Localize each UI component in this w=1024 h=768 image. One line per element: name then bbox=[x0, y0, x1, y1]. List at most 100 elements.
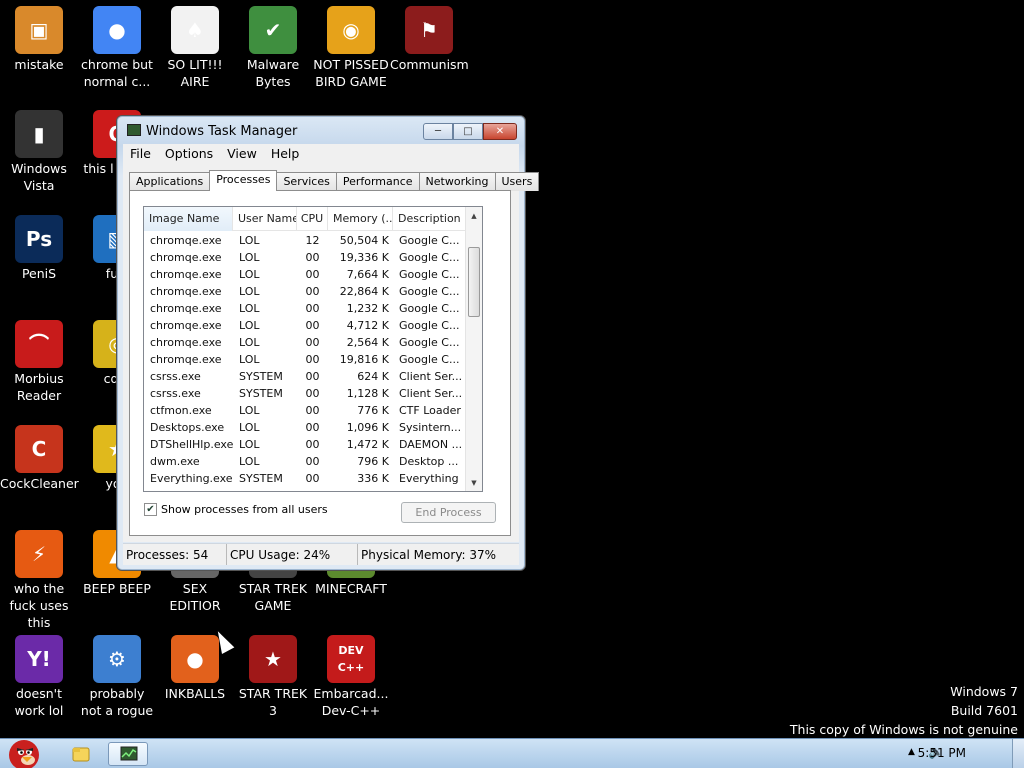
tab-networking[interactable]: Networking bbox=[418, 172, 496, 191]
start-button[interactable] bbox=[0, 733, 50, 768]
desktop-icon-label: mistake bbox=[14, 57, 64, 72]
show-desktop-button[interactable] bbox=[1012, 739, 1024, 768]
cell-cpu: 00 bbox=[305, 387, 320, 400]
cell-user-name: LOL bbox=[239, 353, 260, 366]
desktop-icon[interactable]: ▮ Windows Vista bbox=[0, 110, 78, 194]
close-button[interactable]: ✕ bbox=[483, 123, 517, 140]
column-user-name[interactable]: User Name bbox=[233, 207, 297, 231]
desktop-icon[interactable]: ♠ SO LIT!!! AIRE bbox=[156, 6, 234, 90]
show-all-users-option[interactable]: ✔ Show processes from all users bbox=[144, 503, 328, 516]
clock[interactable]: 5:51 PM bbox=[918, 746, 966, 760]
table-row[interactable]: DTShellHlp.exe LOL 00 1,472 K DAEMON ... bbox=[144, 436, 477, 453]
pig-icon: ◉ bbox=[327, 6, 375, 54]
client-area: Applications Processes Services Performa… bbox=[123, 164, 540, 542]
end-process-button[interactable]: End Process bbox=[401, 502, 496, 523]
table-row[interactable]: chromqe.exe LOL 00 4,712 K Google C... bbox=[144, 317, 477, 334]
taskbar-explorer-button[interactable] bbox=[62, 742, 98, 766]
maximize-button[interactable]: □ bbox=[453, 123, 483, 140]
tab-performance[interactable]: Performance bbox=[335, 172, 420, 191]
menu-bar: File Options View Help bbox=[123, 144, 519, 164]
maximize-icon: □ bbox=[463, 126, 473, 137]
title-bar[interactable]: Windows Task Manager ─ □ ✕ bbox=[117, 116, 525, 146]
cell-memory: 22,864 K bbox=[339, 285, 389, 298]
cell-user-name: LOL bbox=[239, 455, 260, 468]
column-image-name[interactable]: Image Name bbox=[144, 207, 233, 231]
table-row[interactable]: csrss.exe SYSTEM 00 624 K Client Ser... bbox=[144, 368, 477, 385]
table-row[interactable]: csrss.exe SYSTEM 00 1,128 K Client Ser... bbox=[144, 385, 477, 402]
desktop-icon[interactable]: ✔ Malware Bytes bbox=[234, 6, 312, 90]
tab-services[interactable]: Services bbox=[276, 172, 337, 191]
menu-file[interactable]: File bbox=[123, 144, 158, 161]
process-list[interactable]: Image Name User Name CPU Memory (... Des… bbox=[143, 206, 483, 492]
task-manager-icon bbox=[120, 746, 138, 761]
angry-bird-start-icon bbox=[9, 740, 39, 768]
menu-view[interactable]: View bbox=[220, 144, 264, 161]
table-row[interactable]: chromqe.exe LOL 00 22,864 K Google C... bbox=[144, 283, 477, 300]
desktop-icon[interactable]: Ps PeniS bbox=[0, 215, 78, 282]
table-row[interactable]: chromqe.exe LOL 00 1,232 K Google C... bbox=[144, 300, 477, 317]
process-rows: chromqe.exe LOL 12 50,504 K Google C... chrom… bbox=[144, 232, 477, 487]
table-row[interactable]: chromqe.exe LOL 00 19,336 K Google C... bbox=[144, 249, 477, 266]
table-row[interactable]: chromqe.exe LOL 00 19,816 K Google C... bbox=[144, 351, 477, 368]
computer-icon: ▣ bbox=[15, 6, 63, 54]
desktop-icon-label: SEX EDITIOR bbox=[169, 581, 221, 613]
desktop-icon-label: BEEP BEEP bbox=[83, 581, 151, 596]
table-row[interactable]: chromqe.exe LOL 00 7,664 K Google C... bbox=[144, 266, 477, 283]
cell-user-name: LOL bbox=[239, 319, 260, 332]
vertical-scrollbar[interactable]: ▲ ▼ bbox=[465, 207, 482, 491]
menu-help[interactable]: Help bbox=[264, 144, 307, 161]
table-row[interactable]: Desktops.exe LOL 00 1,096 K Sysintern... bbox=[144, 419, 477, 436]
desktop-icon[interactable]: ★ STAR TREK 3 bbox=[234, 635, 312, 719]
cell-memory: 1,096 K bbox=[346, 421, 389, 434]
desktop-icon-label: who the fuck uses this bbox=[9, 581, 69, 630]
desktop-icon[interactable]: ◉ NOT PISSED BIRD GAME bbox=[312, 6, 390, 90]
column-memory[interactable]: Memory (... bbox=[328, 207, 393, 231]
cell-image-name: ctfmon.exe bbox=[150, 404, 212, 417]
taskbar-task-manager-button[interactable] bbox=[108, 742, 148, 766]
desktop-icon[interactable]: ⚑ Communism bbox=[390, 6, 469, 73]
cell-image-name: csrss.exe bbox=[150, 370, 201, 383]
task-manager-window: Windows Task Manager ─ □ ✕ File Options Vi… bbox=[116, 115, 540, 571]
desktop-icon-label: CockCleaner bbox=[0, 476, 79, 491]
cell-image-name: chromqe.exe bbox=[150, 268, 222, 281]
cell-cpu: 00 bbox=[305, 251, 320, 264]
minimize-button[interactable]: ─ bbox=[423, 123, 453, 140]
tab-processes[interactable]: Processes bbox=[209, 170, 278, 191]
desktop-icon[interactable]: DEV C++ Embarcad... Dev-C++ bbox=[312, 635, 390, 719]
desktop-icon-label: PeniS bbox=[21, 266, 57, 281]
table-row[interactable]: ctfmon.exe LOL 00 776 K CTF Loader bbox=[144, 402, 477, 419]
tab-users[interactable]: Users bbox=[494, 172, 540, 191]
desktop-icon-label: INKBALLS bbox=[164, 686, 226, 701]
desktop-icon-label: Windows Vista bbox=[11, 161, 67, 193]
cell-memory: 624 K bbox=[357, 370, 389, 383]
cell-cpu: 00 bbox=[305, 421, 320, 434]
cell-memory: 776 K bbox=[357, 404, 389, 417]
tab-applications[interactable]: Applications bbox=[129, 172, 211, 191]
table-row[interactable]: Everything.exe SYSTEM 00 336 K Everything bbox=[144, 470, 477, 487]
cell-image-name: chromqe.exe bbox=[150, 251, 222, 264]
cell-cpu: 00 bbox=[305, 353, 320, 366]
scroll-down-icon[interactable]: ▼ bbox=[466, 474, 482, 491]
scroll-thumb[interactable] bbox=[468, 247, 480, 317]
table-row[interactable]: chromqe.exe LOL 00 2,564 K Google C... bbox=[144, 334, 477, 351]
desktop-icon[interactable]: ⚙ probably not a rogue bbox=[78, 635, 156, 719]
column-cpu[interactable]: CPU bbox=[297, 207, 328, 231]
cell-image-name: chromqe.exe bbox=[150, 234, 222, 247]
desktop-icon[interactable]: ● chrome but normal c... bbox=[78, 6, 156, 90]
table-row[interactable]: dwm.exe LOL 00 796 K Desktop ... bbox=[144, 453, 477, 470]
table-row[interactable]: chromqe.exe LOL 12 50,504 K Google C... bbox=[144, 232, 477, 249]
desktop-icon[interactable]: ▣ mistake bbox=[0, 6, 78, 73]
menu-options[interactable]: Options bbox=[158, 144, 220, 161]
taskbar: ▲ 🔈 5:51 PM bbox=[0, 738, 1024, 768]
desktop-icon[interactable]: Y! doesn't work lol bbox=[0, 635, 78, 719]
desktop-icon[interactable]: ⌒ Morbius Reader bbox=[0, 320, 78, 404]
desktop-icon-label: STAR TREK GAME bbox=[238, 581, 308, 613]
desktop-icon-label: chrome but normal c... bbox=[81, 57, 153, 89]
desktop-icon[interactable]: C CockCleaner bbox=[0, 425, 79, 492]
show-all-users-checkbox[interactable]: ✔ bbox=[144, 503, 157, 516]
desktop-icon[interactable]: ⚡ who the fuck uses this bbox=[0, 530, 78, 631]
cell-image-name: Desktops.exe bbox=[150, 421, 225, 434]
show-hidden-icons-icon[interactable]: ▲ bbox=[908, 747, 915, 757]
scroll-up-icon[interactable]: ▲ bbox=[466, 207, 482, 224]
cell-memory: 1,128 K bbox=[346, 387, 389, 400]
